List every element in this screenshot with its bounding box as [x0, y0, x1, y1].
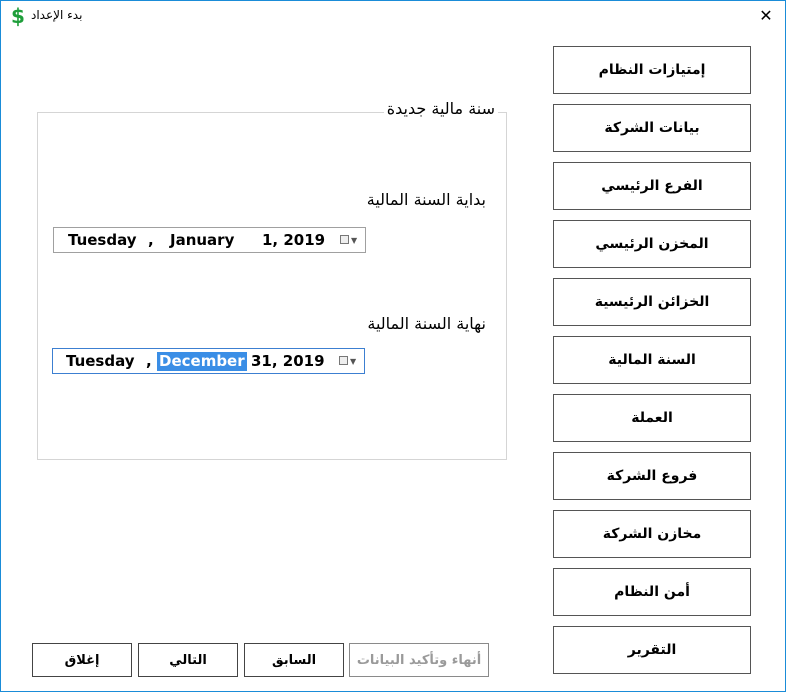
- end-separator: ,: [146, 352, 152, 370]
- dollar-icon: $: [11, 4, 25, 28]
- sidebar-item-report[interactable]: التقرير: [553, 626, 751, 674]
- sidebar-item-currency[interactable]: العملة: [553, 394, 751, 442]
- calendar-dropdown-icon[interactable]: ▼: [340, 234, 360, 247]
- sidebar-item-fiscal-year[interactable]: السنة المالية: [553, 336, 751, 384]
- sidebar-item-system-security[interactable]: أمن النظام: [553, 568, 751, 616]
- calendar-dropdown-icon[interactable]: ▼: [339, 355, 359, 368]
- close-button[interactable]: إغلاق: [32, 643, 132, 677]
- sidebar-item-company-warehouses[interactable]: مخازن الشركة: [553, 510, 751, 558]
- start-date-picker[interactable]: Tuesday , January 1, 2019 ▼: [53, 227, 366, 253]
- setup-window: $ بدء الإعداد ✕ إمتيازات النظام بيانات ا…: [0, 0, 786, 692]
- previous-button[interactable]: السابق: [244, 643, 344, 677]
- sidebar-item-main-safes[interactable]: الخزائن الرئيسية: [553, 278, 751, 326]
- end-month[interactable]: December: [157, 352, 247, 371]
- start-weekday[interactable]: Tuesday: [68, 231, 137, 250]
- start-day-year[interactable]: 1, 2019: [262, 231, 325, 250]
- fiscal-year-group: سنة مالية جديدة بداية السنة المالية Tues…: [37, 99, 507, 460]
- group-title: سنة مالية جديدة: [383, 99, 498, 118]
- sidebar-item-main-branch[interactable]: الفرع الرئيسي: [553, 162, 751, 210]
- window-title: بدء الإعداد: [31, 8, 83, 22]
- start-month[interactable]: January: [170, 231, 234, 250]
- sidebar-item-company-branches[interactable]: فروع الشركة: [553, 452, 751, 500]
- sidebar-item-company-data[interactable]: بيانات الشركة: [553, 104, 751, 152]
- end-weekday[interactable]: Tuesday: [66, 352, 135, 371]
- title-bar: $ بدء الإعداد ✕: [1, 1, 785, 32]
- start-separator: ,: [148, 231, 154, 249]
- start-date-label: بداية السنة المالية: [366, 190, 486, 209]
- close-icon[interactable]: ✕: [753, 4, 779, 28]
- end-day-year[interactable]: 31, 2019: [251, 352, 325, 371]
- end-date-label: نهاية السنة المالية: [367, 314, 486, 333]
- next-button[interactable]: التالي: [138, 643, 238, 677]
- end-date-picker[interactable]: Tuesday , December 31, 2019 ▼: [52, 348, 365, 374]
- sidebar-item-system-privileges[interactable]: إمتيازات النظام: [553, 46, 751, 94]
- sidebar-item-main-warehouse[interactable]: المخزن الرئيسي: [553, 220, 751, 268]
- finish-confirm-button[interactable]: أنهاء وتأكيد البيانات: [349, 643, 489, 677]
